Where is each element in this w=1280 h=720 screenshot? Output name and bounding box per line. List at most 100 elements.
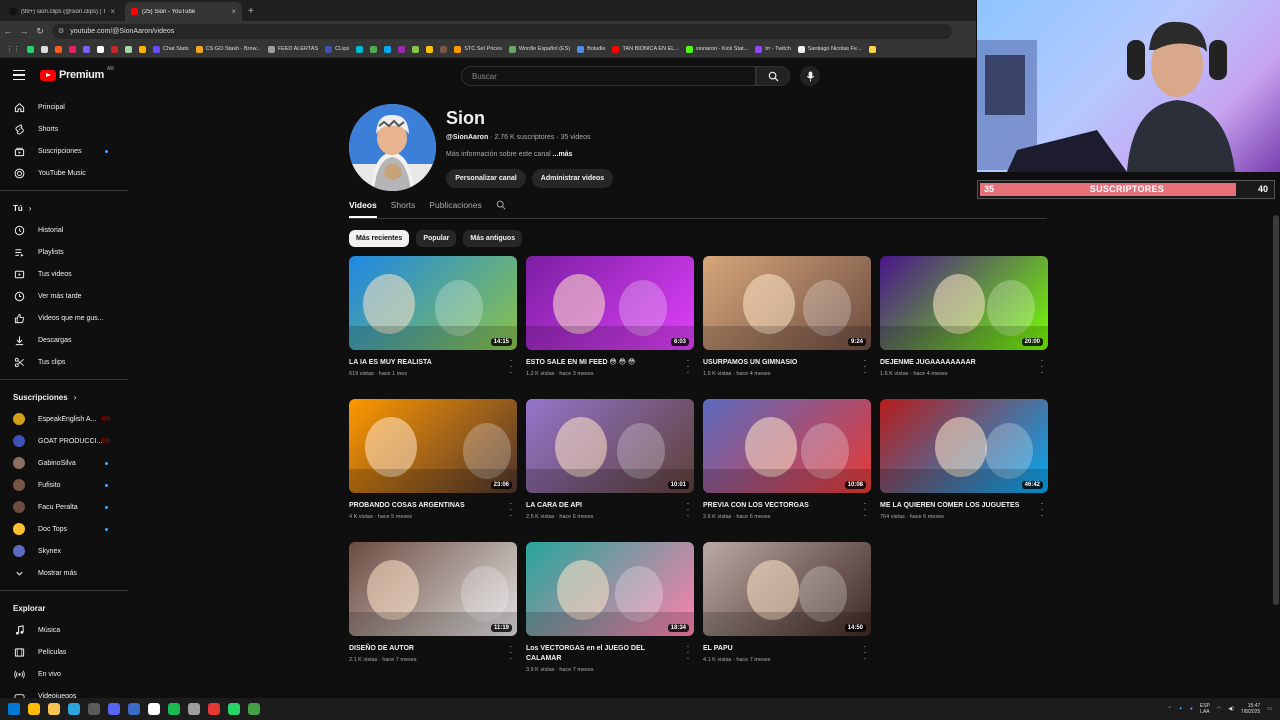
spotify-icon[interactable]: [168, 703, 180, 715]
sidebar-subscription[interactable]: Doc Tops: [0, 518, 128, 540]
video-thumbnail[interactable]: 23:06: [349, 399, 517, 493]
whatsapp-icon[interactable]: [228, 703, 240, 715]
video-card[interactable]: 14:50 EL PAPU 4.1 K vistas · hace 7 meses ·…: [703, 542, 871, 685]
bookmark[interactable]: [384, 45, 392, 53]
video-title[interactable]: PROBANDO COSAS ARGENTINAS: [349, 501, 517, 511]
more-info-link[interactable]: ...más: [553, 151, 573, 158]
notepad-icon[interactable]: [148, 703, 160, 715]
bookmark[interactable]: trr - Twitch: [755, 45, 791, 53]
windows-start-icon[interactable]: [8, 703, 20, 715]
bookmark[interactable]: [868, 45, 876, 53]
video-card[interactable]: 46:42 ME LA QUIEREN COMER LOS JUGUETES 764…: [880, 399, 1048, 542]
bookmark[interactable]: [412, 45, 420, 53]
bookmark[interactable]: [426, 45, 434, 53]
back-icon[interactable]: ←: [0, 26, 16, 36]
video-thumbnail[interactable]: 10:08: [703, 399, 871, 493]
chip-recent[interactable]: Más recientes: [349, 230, 410, 247]
video-card[interactable]: 6:03 ESTO SALE EN MI FEED 😳 😳 😳 1.2 K vist…: [526, 256, 694, 399]
bookmark[interactable]: sionaron - Kick Stat...: [685, 45, 748, 53]
manage-videos-button[interactable]: Administrar videos: [532, 169, 613, 188]
chrome-icon[interactable]: [28, 703, 40, 715]
bookmark[interactable]: Wordle Español (ES): [508, 45, 570, 53]
tray-app2-icon[interactable]: ●: [1190, 706, 1193, 712]
video-thumbnail[interactable]: 11:19: [349, 542, 517, 636]
sidebar-item[interactable]: Videos que me gus...: [0, 307, 128, 329]
video-thumbnail[interactable]: 6:03: [526, 256, 694, 350]
video-title[interactable]: DISEÑO DE AUTOR: [349, 644, 517, 654]
youtube-premium-logo[interactable]: Premium AR: [40, 66, 114, 81]
sidebar-item[interactable]: Historial: [0, 219, 128, 241]
bookmark[interactable]: TAN BIONICA EN EL...: [612, 45, 679, 53]
clock[interactable]: 15:47 7/8/2025: [1241, 703, 1260, 715]
more-options-icon[interactable]: · · ·: [862, 643, 868, 663]
sidebar-item[interactable]: Principal: [0, 96, 128, 118]
bookmark[interactable]: [370, 45, 378, 53]
hamburger-menu-icon[interactable]: [13, 70, 25, 80]
sidebar-item[interactable]: Tus clips: [0, 351, 128, 373]
video-card[interactable]: 18:34 Los VECTORGAS en el JUEGO DEL CALAM…: [526, 542, 694, 685]
video-title[interactable]: ESTO SALE EN MI FEED 😳 😳 😳: [526, 358, 694, 368]
video-thumbnail[interactable]: 20:00: [880, 256, 1048, 350]
bookmark[interactable]: [97, 45, 104, 53]
more-options-icon[interactable]: · · ·: [862, 357, 868, 377]
sidebar-item[interactable]: Descargas: [0, 329, 128, 351]
bookmark[interactable]: [83, 45, 90, 53]
obs-icon[interactable]: [88, 703, 100, 715]
video-title[interactable]: Los VECTORGAS en el JUEGO DEL CALAMAR: [526, 644, 694, 664]
bookmark[interactable]: [27, 45, 34, 53]
video-thumbnail[interactable]: 14:50: [703, 542, 871, 636]
video-title[interactable]: USURPAMOS UN GIMNASIO: [703, 358, 871, 368]
more-options-icon[interactable]: · · ·: [508, 643, 514, 663]
app2-icon[interactable]: [188, 703, 200, 715]
app3-icon[interactable]: [208, 703, 220, 715]
bookmark[interactable]: CLips: [325, 45, 349, 53]
sidebar-subscription[interactable]: EspeakEnglish A... ((•)): [0, 408, 128, 430]
wifi-icon[interactable]: ◠: [1217, 706, 1221, 712]
bookmark[interactable]: [111, 45, 118, 53]
channel-avatar[interactable]: [349, 104, 436, 191]
tab-videos[interactable]: Videos: [349, 200, 377, 218]
sidebar-item[interactable]: Ver más tarde: [0, 285, 128, 307]
new-tab-button[interactable]: +: [248, 6, 254, 21]
forward-icon[interactable]: →: [16, 26, 32, 36]
browser-tab[interactable]: (25) Sion - YouTube ×: [125, 2, 242, 21]
chip-popular[interactable]: Popular: [416, 230, 457, 247]
tab-close-icon[interactable]: ×: [110, 7, 115, 16]
sidebar-item[interactable]: En vivo: [0, 663, 128, 685]
bookmark[interactable]: FEED ALERTAS: [267, 45, 318, 53]
more-options-icon[interactable]: · · ·: [685, 643, 691, 663]
notification-icon[interactable]: ▭: [1267, 706, 1272, 712]
video-card[interactable]: 10:08 PREVIA CON LOS VECTORGAS 2.6 K vista…: [703, 399, 871, 542]
video-card[interactable]: 9:24 USURPAMOS UN GIMNASIO 1.5 K vistas · …: [703, 256, 871, 399]
sidebar-item[interactable]: Películas: [0, 641, 128, 663]
customize-channel-button[interactable]: Personalizar canal: [446, 169, 526, 188]
tab-close-icon[interactable]: ×: [231, 7, 236, 16]
sidebar-subscription[interactable]: Fufisito: [0, 474, 128, 496]
more-options-icon[interactable]: · · ·: [685, 357, 691, 377]
video-title[interactable]: PREVIA CON LOS VECTORGAS: [703, 501, 871, 511]
channel-search-icon[interactable]: [496, 200, 506, 218]
bookmark[interactable]: Chat Stats: [153, 45, 189, 53]
more-options-icon[interactable]: · · ·: [508, 500, 514, 520]
bookmark[interactable]: Boludle: [577, 45, 605, 53]
tray-chevron-icon[interactable]: ⌃: [1167, 706, 1171, 712]
sidebar-subscription[interactable]: GabinoSilva: [0, 452, 128, 474]
video-title[interactable]: ME LA QUIEREN COMER LOS JUGUETES: [880, 501, 1048, 511]
sidebar-item[interactable]: Tus videos: [0, 263, 128, 285]
sidebar-heading-you[interactable]: Tú ›: [0, 197, 128, 219]
sidebar-item[interactable]: Shorts: [0, 118, 128, 140]
sidebar-item[interactable]: YouTube Music: [0, 162, 128, 184]
video-card[interactable]: 20:00 DEJENME JUGAAAAAAAAR 1.6 K vistas · …: [880, 256, 1048, 399]
bookmark[interactable]: CS:GO Stash - Brow...: [195, 45, 261, 53]
volume-icon[interactable]: ◀): [1228, 706, 1234, 712]
file-explorer-icon[interactable]: [48, 703, 60, 715]
channel-more-info[interactable]: Más información sobre este canal ...más: [446, 151, 572, 158]
voice-search-button[interactable]: [800, 66, 820, 86]
more-options-icon[interactable]: · · ·: [862, 500, 868, 520]
sidebar-subscription[interactable]: Skynex: [0, 540, 128, 562]
video-title[interactable]: EL PAPU: [703, 644, 871, 654]
show-more-button[interactable]: Mostrar más: [0, 562, 128, 584]
bookmark[interactable]: [69, 45, 76, 53]
browser-tab[interactable]: (99+) sion.clips (@sion.clips) | TikTok×: [4, 2, 121, 21]
video-card[interactable]: 23:06 PROBANDO COSAS ARGENTINAS 4 K vistas…: [349, 399, 517, 542]
